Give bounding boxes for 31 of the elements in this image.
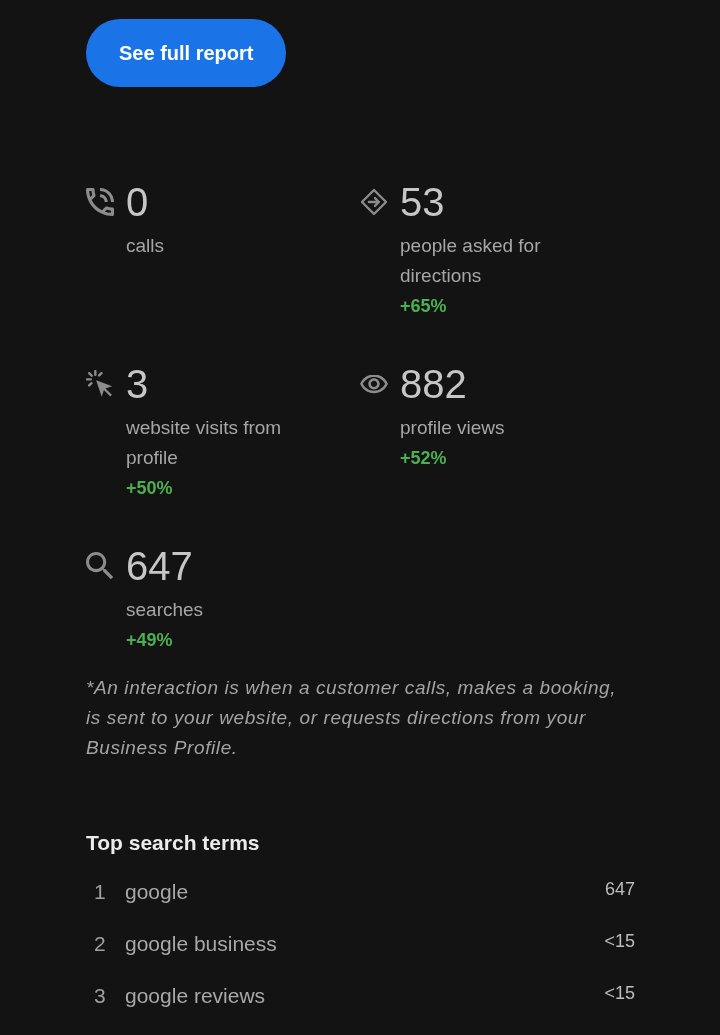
search-term: google business [125,932,277,956]
metric-value: 3 [126,361,149,408]
search-count: 647 [604,879,635,900]
rank-number: 3 [94,984,106,1008]
metric-change: +52% [400,447,447,470]
rank-number: 2 [94,932,106,956]
metric-value: 53 [400,179,445,226]
metric-label: profile views [400,416,506,440]
metric-value: 647 [126,543,193,590]
diamond-arrow-icon [360,188,388,216]
metric-change: +50% [126,477,173,500]
metric-label: people asked for directions [400,234,542,288]
eye-icon [360,374,388,394]
metric-label: website visits from profile [126,416,283,470]
search-count: <15 [604,931,635,952]
footnote: *An interaction is when a customer calls, makes a booking, is sent to your website, or requests directions from your Business Profile. [86,676,618,760]
search-term: google [125,880,189,904]
search-term: google reviews [125,984,266,1008]
metric-value: 882 [400,361,467,408]
metric-label: searches [126,598,205,622]
metric-change: +65% [400,295,447,318]
phone-icon [86,188,114,216]
search-icon [86,552,114,580]
rank-number: 1 [94,880,106,904]
report-button[interactable]: See full report [86,19,287,87]
metric-value: 0 [126,179,149,226]
cursor-click-icon [86,370,114,398]
metric-label: calls [126,234,165,258]
section-title: Top search terms [86,830,260,856]
metric-change: +49% [126,629,173,652]
search-count: <15 [604,983,635,1004]
